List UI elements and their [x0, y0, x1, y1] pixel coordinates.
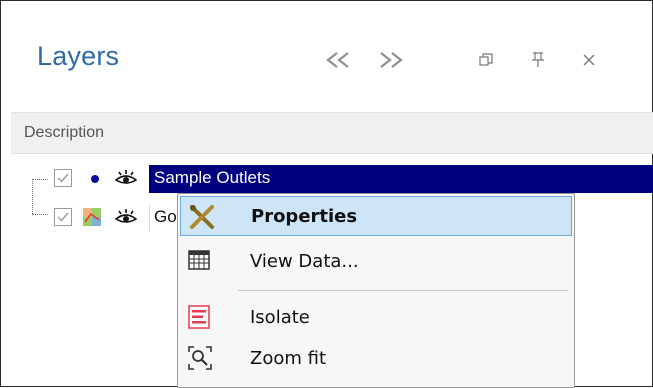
- eye-icon[interactable]: [114, 209, 138, 229]
- menu-item-label: Properties: [251, 206, 358, 227]
- layer-label[interactable]: Sample Outlets: [154, 168, 270, 188]
- panel-title: Layers: [37, 41, 120, 71]
- restore-window-icon[interactable]: [471, 45, 501, 75]
- map-tile-layer-icon: [83, 208, 101, 230]
- column-divider: [149, 204, 150, 232]
- isolate-icon: [188, 305, 214, 331]
- menu-item-isolate[interactable]: Isolate: [180, 298, 572, 338]
- zoom-fit-icon: [188, 346, 214, 372]
- layer-visibility-checkbox[interactable]: [54, 169, 72, 187]
- layers-panel: Layers Description Sample Outlets Go Pro…: [0, 0, 653, 388]
- column-header[interactable]: Description: [11, 112, 653, 154]
- menu-item-properties[interactable]: Properties: [180, 196, 572, 236]
- layer-row[interactable]: Sample Outlets: [11, 165, 653, 193]
- column-header-description: Description: [24, 124, 105, 141]
- pin-icon[interactable]: [523, 45, 553, 75]
- menu-item-label: View Data...: [250, 251, 359, 272]
- double-right-arrow-icon[interactable]: [376, 45, 406, 75]
- menu-separator: [238, 290, 568, 291]
- eye-icon[interactable]: [114, 170, 138, 190]
- menu-item-label: Isolate: [250, 307, 310, 328]
- tools-icon: [189, 204, 215, 230]
- menu-item-zoom-fit[interactable]: Zoom fit: [180, 339, 572, 379]
- layer-label[interactable]: Go: [154, 207, 177, 227]
- close-icon[interactable]: [574, 45, 604, 75]
- point-layer-icon: [91, 175, 99, 183]
- context-menu: Properties View Data... Isolate Zoom fit: [177, 193, 575, 388]
- layer-visibility-checkbox[interactable]: [54, 208, 72, 226]
- double-left-arrow-icon[interactable]: [323, 45, 353, 75]
- menu-item-view-data[interactable]: View Data...: [180, 242, 572, 282]
- menu-item-label: Zoom fit: [250, 348, 327, 369]
- table-icon: [188, 249, 214, 275]
